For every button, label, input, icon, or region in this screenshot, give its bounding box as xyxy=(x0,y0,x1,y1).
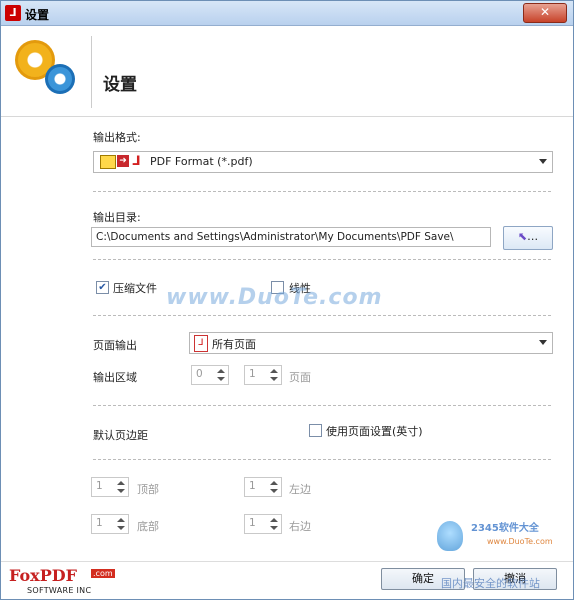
pdf-app-icon: ⅃ xyxy=(5,5,21,21)
logo-com: .com xyxy=(91,569,115,578)
margin-left-label: 左边 xyxy=(289,483,311,496)
gear-small-icon xyxy=(45,64,75,94)
output-dir-label: 输出目录: xyxy=(93,211,141,224)
margin-right-stepper[interactable]: 1 xyxy=(244,514,282,534)
spin-up-icon[interactable] xyxy=(270,369,278,373)
output-dir-field[interactable]: C:\Documents and Settings\Administrator\… xyxy=(91,227,491,247)
range-to-stepper[interactable]: 1 xyxy=(244,365,282,385)
page-title: 设置 xyxy=(103,75,137,95)
logo-subtitle: SOFTWARE INC xyxy=(27,586,92,595)
range-from-stepper[interactable]: 0 xyxy=(191,365,229,385)
margin-left-stepper[interactable]: 1 xyxy=(244,477,282,497)
output-format-label: 输出格式: xyxy=(93,131,141,144)
range-from-value: 0 xyxy=(196,368,203,380)
spin-up-icon[interactable] xyxy=(117,518,125,522)
margin-top-value: 1 xyxy=(96,480,103,492)
mascot-icon xyxy=(437,521,463,551)
margin-right-value: 1 xyxy=(249,517,256,529)
range-unit-label: 页面 xyxy=(289,371,311,384)
cursor-icon: ⬉ xyxy=(517,230,528,243)
divider xyxy=(93,315,551,316)
divider xyxy=(93,459,551,460)
margins-label: 默认页边距 xyxy=(93,429,148,442)
site-slogan-watermark: 国内最安全的软件站 xyxy=(441,577,540,590)
compress-label: 压缩文件 xyxy=(113,282,157,295)
margin-left-value: 1 xyxy=(249,480,256,492)
spin-down-icon[interactable] xyxy=(217,377,225,381)
settings-window: ⅃ 设置 ✕ 设置 输出格式: ➜ ⅃ PDF Format (*.pdf) 输… xyxy=(0,0,574,600)
margin-bottom-stepper[interactable]: 1 xyxy=(91,514,129,534)
spin-down-icon[interactable] xyxy=(270,526,278,530)
page-output-value: 所有页面 xyxy=(212,338,256,351)
window-title: 设置 xyxy=(25,8,50,22)
range-to-value: 1 xyxy=(249,368,256,380)
pdf-icon: ⅃ xyxy=(132,154,141,169)
spin-down-icon[interactable] xyxy=(117,526,125,530)
spin-down-icon[interactable] xyxy=(270,489,278,493)
output-range-label: 输出区域 xyxy=(93,371,137,384)
spin-down-icon[interactable] xyxy=(117,489,125,493)
divider xyxy=(93,405,551,406)
duote-watermark: www.DuoTe.com xyxy=(166,285,383,310)
margin-top-stepper[interactable]: 1 xyxy=(91,477,129,497)
margin-bottom-value: 1 xyxy=(96,517,103,529)
spin-up-icon[interactable] xyxy=(117,481,125,485)
page-output-dropdown[interactable]: ⅃ 所有页面 xyxy=(189,332,553,354)
use-page-settings-checkbox[interactable] xyxy=(309,424,322,437)
page-output-label: 页面输出 xyxy=(93,339,137,352)
spin-down-icon[interactable] xyxy=(270,377,278,381)
margin-top-label: 顶部 xyxy=(137,483,159,496)
dialog-header: 设置 xyxy=(1,26,573,117)
spin-up-icon[interactable] xyxy=(217,369,225,373)
mail-icon xyxy=(100,155,116,169)
convert-arrow-icon: ➜ xyxy=(117,155,129,167)
browse-button[interactable]: ⬉… xyxy=(503,226,553,250)
header-divider xyxy=(91,36,92,108)
divider xyxy=(93,259,551,260)
close-button[interactable]: ✕ xyxy=(523,3,567,23)
chevron-down-icon xyxy=(539,340,547,345)
logo-brand: FoxPDF xyxy=(9,566,77,585)
browse-label: … xyxy=(527,230,539,243)
chevron-down-icon xyxy=(539,159,547,164)
use-page-settings-label: 使用页面设置(英寸) xyxy=(326,425,423,438)
output-format-dropdown[interactable]: ➜ ⅃ PDF Format (*.pdf) xyxy=(93,151,553,173)
margin-bottom-label: 底部 xyxy=(137,520,159,533)
site-watermark-url: www.DuoTe.com xyxy=(487,537,553,546)
margin-right-label: 右边 xyxy=(289,520,311,533)
compress-checkbox[interactable]: ✔ xyxy=(96,281,109,294)
title-bar[interactable]: ⅃ 设置 ✕ xyxy=(1,1,573,26)
output-format-value: PDF Format (*.pdf) xyxy=(150,155,253,168)
foxpdf-logo: FoxPDF .com SOFTWARE INC xyxy=(9,566,115,598)
site-watermark: 2345软件大全 xyxy=(471,523,539,534)
pdf-page-icon: ⅃ xyxy=(194,335,208,352)
footer-divider xyxy=(1,561,573,562)
spin-up-icon[interactable] xyxy=(270,481,278,485)
spin-up-icon[interactable] xyxy=(270,518,278,522)
divider xyxy=(93,191,551,192)
